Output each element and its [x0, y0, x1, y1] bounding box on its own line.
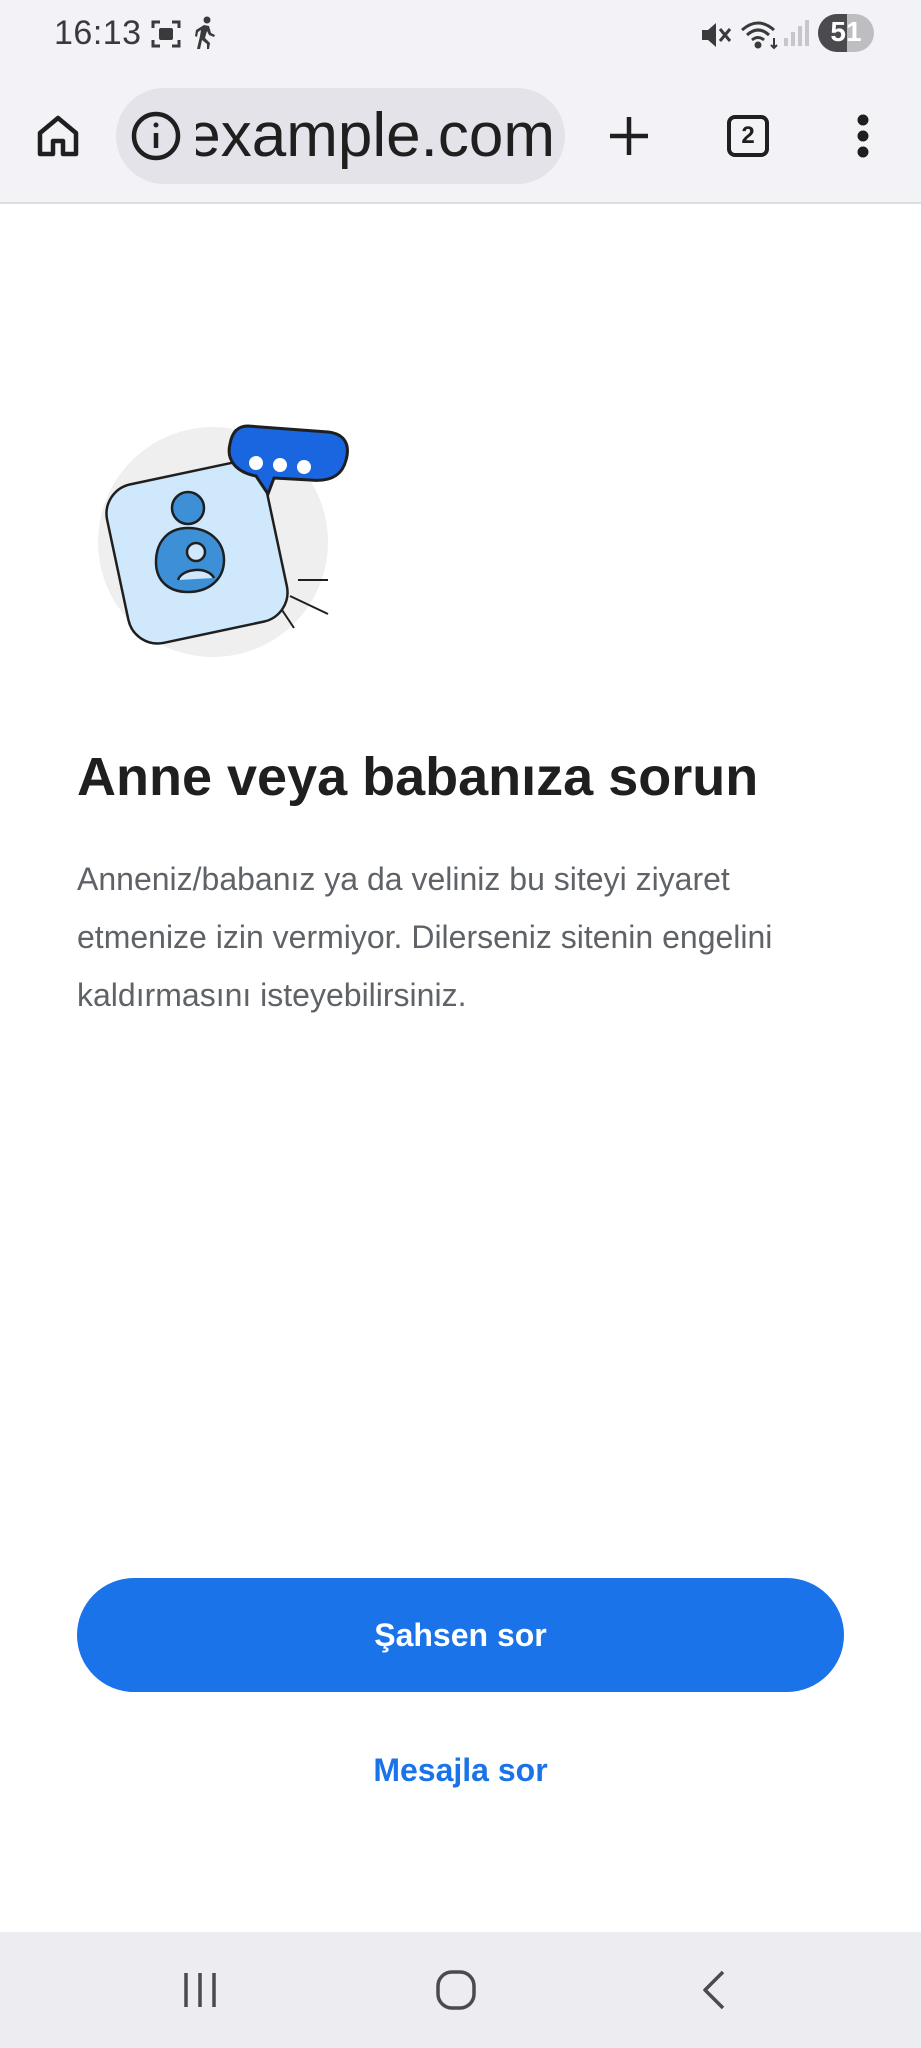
page-title: Anne veya babanıza sorun [77, 747, 759, 807]
mute-icon [700, 20, 732, 55]
home-nav-icon [436, 1970, 476, 2010]
url-text[interactable]: example.com [196, 102, 555, 170]
signal-icon [782, 18, 812, 53]
home-icon [37, 115, 79, 157]
status-bar: 16:13 51 [0, 0, 921, 70]
tab-switcher-button[interactable]: 2 [712, 96, 784, 176]
tab-switcher-icon: 2 [727, 115, 769, 157]
new-tab-icon [610, 117, 648, 155]
recent-apps-icon [184, 1973, 216, 2007]
back-icon [703, 1970, 725, 2010]
ask-parent-illustration [96, 420, 356, 665]
new-tab-button[interactable] [596, 96, 662, 176]
page-description: Anneniz/babanız ya da veliniz bu siteyi … [77, 861, 773, 1013]
info-icon[interactable] [128, 108, 184, 169]
home-nav-button[interactable] [416, 1956, 496, 2024]
more-menu-icon [857, 114, 869, 158]
ask-by-message-button[interactable]: Mesajla sor [300, 1740, 621, 1800]
recent-apps-button[interactable] [160, 1956, 240, 2024]
back-button[interactable] [674, 1956, 754, 2024]
browser-toolbar: example.com 2 [0, 70, 921, 204]
battery-level: 51 [830, 16, 862, 47]
walking-icon [192, 16, 218, 55]
navigation-bar [0, 1932, 921, 2048]
more-menu-button[interactable] [836, 96, 890, 176]
address-bar[interactable]: example.com [116, 88, 565, 184]
screenshot-icon [150, 18, 182, 55]
tab-count: 2 [741, 122, 755, 149]
ask-in-person-button[interactable]: Şahsen sor [77, 1578, 844, 1692]
home-button[interactable] [24, 100, 92, 172]
status-time: 16:13 [54, 14, 142, 52]
wifi-icon [740, 18, 780, 55]
battery-icon: 51 [818, 14, 874, 52]
